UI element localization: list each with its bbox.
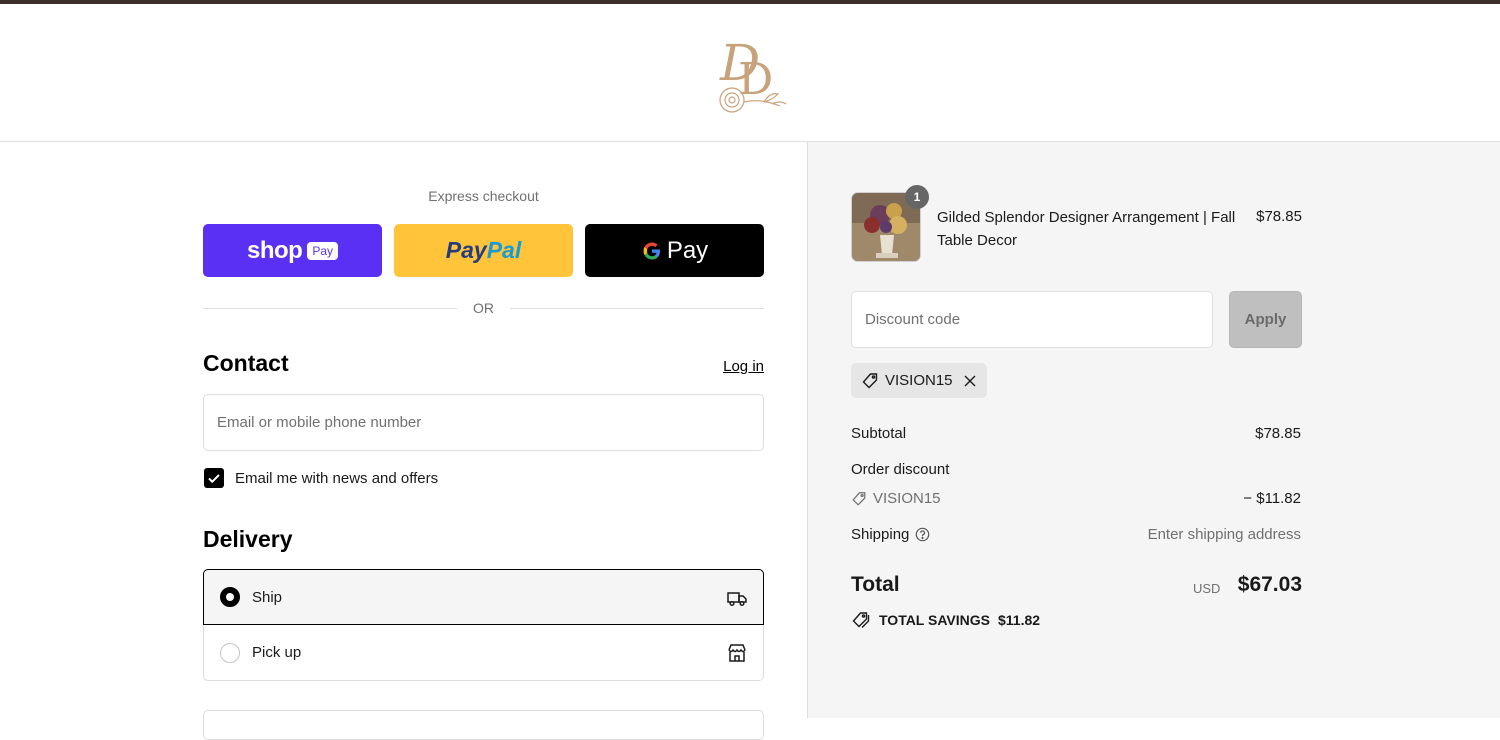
express-checkout-label: Express checkout [428, 188, 539, 204]
email-placeholder: Email or mobile phone number [217, 414, 422, 431]
savings-tag-icon [851, 611, 871, 629]
delivery-option-pickup[interactable]: Pick up [203, 625, 764, 681]
savings-value: $11.82 [997, 612, 1041, 628]
order-discount-code: VISION15 [873, 490, 941, 507]
applied-discount-chip: VISION15 [851, 363, 987, 398]
discount-code-input[interactable]: Discount code [851, 291, 1213, 348]
or-text: OR [473, 300, 494, 316]
product-name: Gilded Splendor Designer Arrangement | F… [937, 209, 1236, 249]
total-savings-row: TOTAL SAVINGS $11.82 [851, 611, 1040, 629]
or-divider: OR [203, 298, 764, 318]
order-discount-value: − $11.82 [1243, 490, 1301, 507]
applied-code: VISION15 [885, 372, 953, 389]
order-summary: 1 Gilded Splendor Designer Arrangement |… [807, 142, 1500, 718]
subtotal-label: Subtotal [851, 425, 907, 442]
newsletter-label: Email me with news and offers [235, 470, 439, 487]
paypal-button[interactable]: PayPal [394, 224, 573, 277]
product-price: $78.85 [1256, 208, 1302, 225]
quantity-badge: 1 [905, 185, 929, 209]
delivery-option-ship[interactable]: Ship [203, 569, 764, 625]
google-pay-wordmark: Pay [666, 236, 709, 264]
checkout-form: Express checkout shop Pay PayPal Pay OR … [0, 142, 807, 740]
discount-placeholder: Discount code [865, 311, 961, 328]
savings-label: TOTAL SAVINGS [879, 612, 990, 628]
contact-heading: Contact [203, 350, 289, 376]
shop-pay-pill: Pay [307, 241, 338, 260]
tag-icon [861, 372, 879, 390]
total-value: $67.03 [1237, 573, 1302, 596]
pickup-label: Pick up [252, 644, 302, 661]
shipping-label: Shipping [851, 526, 910, 543]
order-discount-label: Order discount [851, 461, 950, 478]
ship-label: Ship [252, 588, 283, 606]
delivery-heading: Delivery [203, 526, 293, 552]
apply-discount-button[interactable]: Apply [1229, 291, 1302, 348]
help-icon[interactable] [915, 527, 930, 542]
pickup-radio[interactable] [220, 642, 240, 663]
next-section-field[interactable] [203, 710, 764, 740]
shipping-row: Shipping [851, 526, 930, 543]
paypal-wordmark: PayPal [445, 237, 522, 263]
newsletter-checkbox[interactable] [204, 468, 224, 488]
total-label: Total [851, 573, 900, 596]
store-icon [726, 642, 748, 664]
remove-discount-icon[interactable] [963, 374, 977, 388]
header: D D [0, 4, 1500, 142]
google-pay-button[interactable]: Pay [585, 224, 764, 277]
tag-icon [851, 491, 867, 507]
delivery-options: Ship Pick up [203, 569, 764, 682]
truck-icon [726, 587, 748, 609]
google-g-icon [641, 240, 663, 262]
store-logo[interactable]: D D [708, 28, 794, 120]
email-field[interactable]: Email or mobile phone number [203, 394, 764, 451]
shop-pay-wordmark: shop [246, 236, 303, 264]
login-link[interactable]: Log in [700, 358, 764, 375]
shipping-value: Enter shipping address [1147, 526, 1301, 543]
ship-radio[interactable] [220, 587, 240, 607]
checkmark-icon [208, 474, 220, 484]
subtotal-value: $78.85 [1255, 425, 1301, 442]
shop-pay-button[interactable]: shop Pay [203, 224, 382, 277]
total-currency: USD [1193, 581, 1221, 596]
order-discount-code-row: VISION15 [851, 490, 941, 507]
